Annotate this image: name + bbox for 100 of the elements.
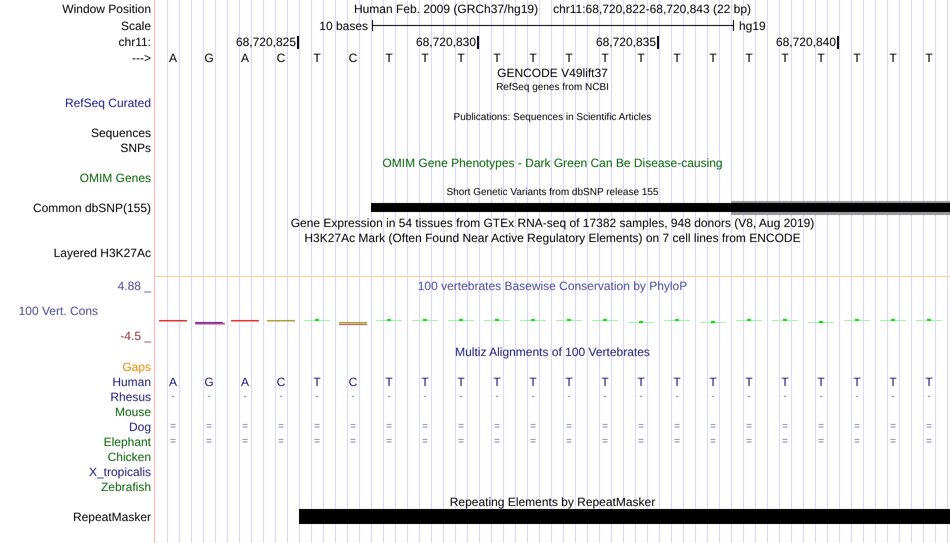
assembly-label: hg19 bbox=[738, 18, 766, 32]
coordinate-label: 68,720,830 bbox=[416, 36, 479, 48]
alignment-mark: = bbox=[926, 434, 932, 448]
axis-min-label: -4.5 _ bbox=[120, 328, 151, 342]
alignment-mark: = bbox=[278, 434, 284, 448]
species-label: Dog bbox=[128, 420, 151, 434]
base-letter: T bbox=[457, 374, 465, 388]
alignment-mark: = bbox=[854, 420, 860, 434]
alignment-mark: = bbox=[206, 434, 212, 448]
track-label: OMIM Genes bbox=[80, 170, 151, 184]
base-letter: T bbox=[709, 50, 717, 64]
alignment-mark: = bbox=[422, 420, 428, 434]
track-label: RepeatMasker bbox=[72, 510, 151, 524]
base-letter: T bbox=[529, 50, 537, 64]
alignment-mark: = bbox=[206, 420, 212, 434]
base-letter: A bbox=[168, 374, 177, 388]
base-letter: T bbox=[925, 374, 933, 388]
alignment-mark: = bbox=[494, 420, 500, 434]
base-letter: T bbox=[601, 374, 609, 388]
base-letter: T bbox=[565, 374, 573, 388]
alignment-mark: = bbox=[710, 434, 716, 448]
axis-max-label: 4.88 _ bbox=[118, 279, 151, 293]
alignment-mark: = bbox=[782, 434, 788, 448]
alignment-mark: = bbox=[170, 420, 176, 434]
track-title: 100 vertebrates Basewise Conservation by PhyloP bbox=[418, 279, 688, 293]
alignment-mark: = bbox=[818, 420, 824, 434]
alignment-mark: = bbox=[566, 434, 572, 448]
track-title: Short Genetic Variants from dbSNP release 155 bbox=[446, 186, 658, 200]
alignment-mark: = bbox=[602, 420, 608, 434]
track-label: SNPs bbox=[120, 140, 151, 154]
alignment-mark: = bbox=[386, 420, 392, 434]
position-range: chr11:68,720,822-68,720,843 (22 bp) bbox=[553, 2, 752, 16]
coordinate-label: 68,720,825 bbox=[236, 36, 299, 48]
track-label: Sequences bbox=[90, 126, 151, 140]
track-label: Common dbSNP(155) bbox=[32, 200, 151, 214]
alignment-mark: - bbox=[603, 390, 607, 404]
base-letter: T bbox=[889, 50, 897, 64]
base-letter: T bbox=[925, 50, 933, 64]
alignment-mark: = bbox=[818, 434, 824, 448]
base-letter: T bbox=[529, 374, 537, 388]
base-letter: T bbox=[781, 50, 789, 64]
alignment-mark: - bbox=[423, 390, 427, 404]
base-letter: C bbox=[348, 50, 358, 64]
alignment-mark: = bbox=[314, 420, 320, 434]
assembly-name: Human Feb. 2009 (GRCh37/hg19) bbox=[354, 2, 538, 16]
alignment-mark: - bbox=[819, 390, 823, 404]
alignment-mark: = bbox=[746, 434, 752, 448]
base-letter: T bbox=[637, 374, 645, 388]
alignment-mark: = bbox=[422, 434, 428, 448]
alignment-mark: = bbox=[458, 434, 464, 448]
base-letter: C bbox=[276, 50, 286, 64]
alignment-mark: - bbox=[243, 390, 247, 404]
alignment-mark: = bbox=[746, 420, 752, 434]
track-label: Window Position bbox=[62, 2, 151, 16]
base-letter: A bbox=[240, 50, 249, 64]
alignment-mark: = bbox=[278, 420, 284, 434]
alignment-mark: = bbox=[530, 434, 536, 448]
track-title: Multiz Alignments of 100 Vertebrates bbox=[455, 344, 650, 358]
coordinate-label: 68,720,835 bbox=[596, 36, 659, 48]
alignment-mark: = bbox=[674, 420, 680, 434]
base-letter: T bbox=[709, 374, 717, 388]
alignment-mark: = bbox=[890, 420, 896, 434]
track-label: Layered H3K27Ac bbox=[54, 246, 151, 260]
base-letter: C bbox=[348, 374, 358, 388]
base-letter: T bbox=[781, 374, 789, 388]
alignment-mark: - bbox=[567, 390, 571, 404]
alignment-mark: - bbox=[351, 390, 355, 404]
scale-length: 10 bases bbox=[319, 18, 369, 32]
base-letter: T bbox=[853, 374, 861, 388]
alignment-mark: = bbox=[458, 420, 464, 434]
base-letter: A bbox=[240, 374, 249, 388]
species-label: Human bbox=[112, 374, 151, 388]
base-letter: T bbox=[745, 50, 753, 64]
alignment-mark: = bbox=[926, 420, 932, 434]
alignment-mark: - bbox=[711, 390, 715, 404]
base-letter: T bbox=[385, 374, 393, 388]
track-label: Scale bbox=[120, 18, 151, 32]
base-letter: T bbox=[313, 50, 321, 64]
base-letter: T bbox=[601, 50, 609, 64]
alignment-mark: - bbox=[279, 390, 283, 404]
alignment-mark: - bbox=[531, 390, 535, 404]
alignment-mark: - bbox=[927, 390, 931, 404]
base-letter: G bbox=[204, 50, 214, 64]
alignment-mark: = bbox=[782, 420, 788, 434]
base-letter: T bbox=[565, 50, 573, 64]
alignment-mark: - bbox=[495, 390, 499, 404]
alignment-mark: = bbox=[854, 434, 860, 448]
alignment-mark: = bbox=[638, 434, 644, 448]
alignment-mark: = bbox=[350, 420, 356, 434]
species-label: Mouse bbox=[114, 404, 151, 418]
base-letter: T bbox=[493, 50, 501, 64]
alignment-mark: - bbox=[315, 390, 319, 404]
base-letter: T bbox=[457, 50, 465, 64]
track-title: OMIM Gene Phenotypes - Dark Green Can Be Disease-causing bbox=[382, 156, 723, 170]
alignment-mark: - bbox=[171, 390, 175, 404]
base-letter: T bbox=[385, 50, 393, 64]
track-title: RefSeq genes from NCBI bbox=[496, 80, 609, 94]
species-label: Rhesus bbox=[110, 390, 151, 404]
base-letter: T bbox=[673, 374, 681, 388]
base-letter: T bbox=[889, 374, 897, 388]
